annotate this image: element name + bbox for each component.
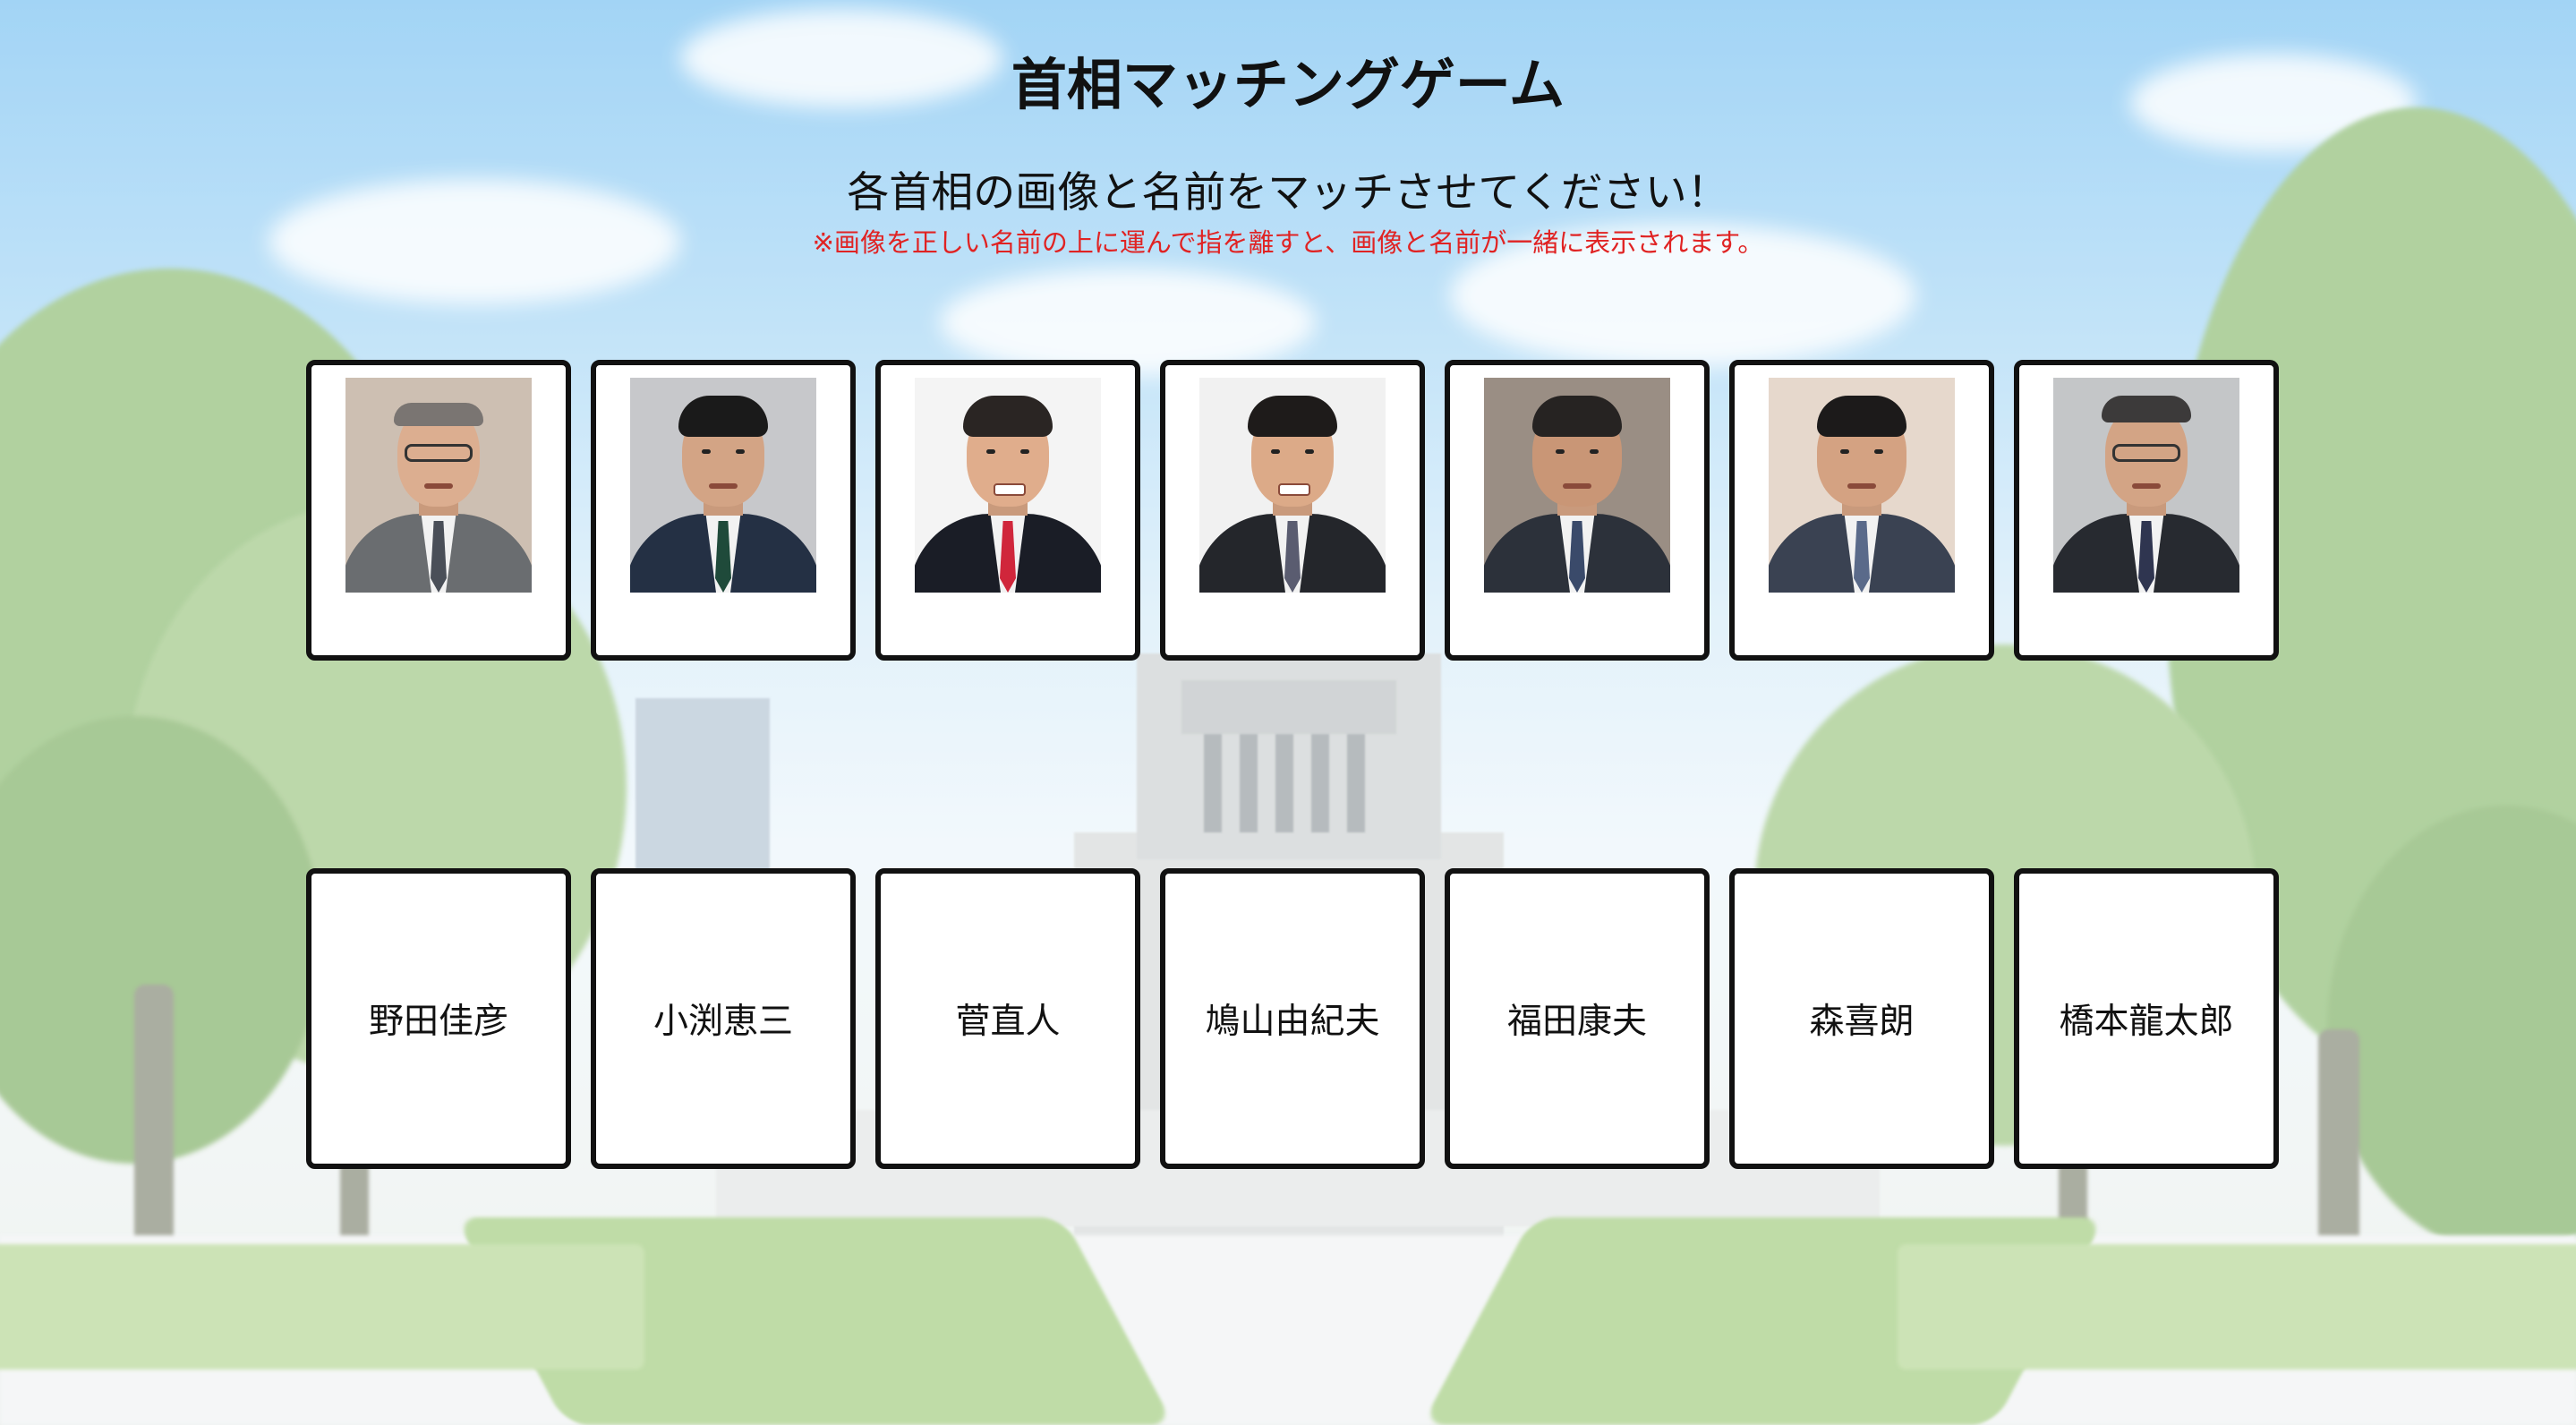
name-card-row: 野田佳彦 小渕恵三 菅直人 鳩山由紀夫 福田康夫 森喜朗 橋本龍太郎 <box>306 868 2279 1169</box>
prime-minister-portrait-2-icon <box>630 378 816 593</box>
name-card[interactable]: 鳩山由紀夫 <box>1160 868 1425 1169</box>
name-label: 菅直人 <box>955 1002 1061 1042</box>
prime-minister-portrait-1-icon <box>345 378 532 593</box>
name-label: 野田佳彦 <box>368 1002 508 1042</box>
name-card[interactable]: 野田佳彦 <box>306 868 571 1169</box>
instructions: 各首相の画像と名前をマッチさせてください！ <box>847 168 1729 218</box>
photo-card[interactable] <box>1445 360 1710 661</box>
name-card[interactable]: 小渕恵三 <box>591 868 856 1169</box>
prime-minister-portrait-3-icon <box>915 378 1101 593</box>
photo-card[interactable] <box>875 360 1140 661</box>
name-label: 森喜朗 <box>1809 1002 1915 1042</box>
name-label: 橋本龍太郎 <box>2059 1002 2234 1042</box>
photo-card[interactable] <box>1729 360 1994 661</box>
name-card[interactable]: 福田康夫 <box>1445 868 1710 1169</box>
name-card[interactable]: 橋本龍太郎 <box>2014 868 2279 1169</box>
prime-minister-portrait-4-icon <box>1199 378 1386 593</box>
name-label: 福田康夫 <box>1506 1002 1647 1042</box>
name-card[interactable]: 森喜朗 <box>1729 868 1994 1169</box>
page-title: 首相マッチングゲーム <box>1011 52 1565 117</box>
name-label: 鳩山由紀夫 <box>1205 1002 1380 1042</box>
prime-minister-portrait-7-icon <box>2053 378 2239 593</box>
prime-minister-portrait-6-icon <box>1769 378 1955 593</box>
photo-card[interactable] <box>306 360 571 661</box>
prime-minister-portrait-5-icon <box>1484 378 1670 593</box>
name-card[interactable]: 菅直人 <box>875 868 1140 1169</box>
photo-card[interactable] <box>2014 360 2279 661</box>
name-label: 小渕恵三 <box>653 1002 793 1042</box>
photo-card[interactable] <box>591 360 856 661</box>
drag-hint-note: ※画像を正しい名前の上に運んで指を離すと、画像と名前が一緒に表示されます。 <box>812 227 1764 258</box>
photo-card[interactable] <box>1160 360 1425 661</box>
photo-card-row <box>306 360 2279 661</box>
